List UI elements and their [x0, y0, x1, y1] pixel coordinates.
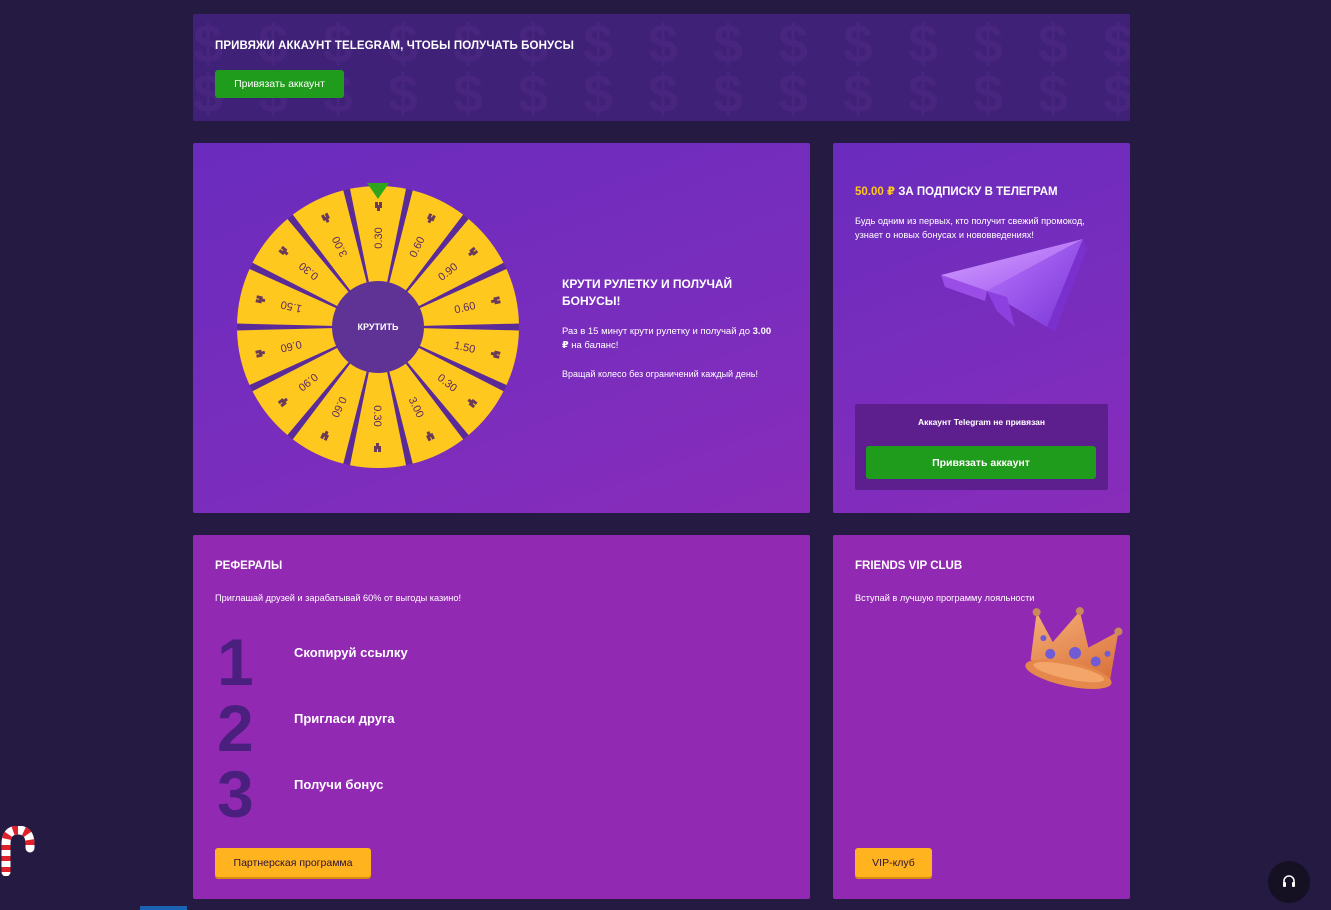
dollar-sign-icon: $	[388, 64, 418, 121]
referrals-panel: РЕФЕРАЛЫ Приглашай друзей и зарабатывай …	[193, 535, 810, 899]
dollar-sign-icon: $	[713, 114, 743, 121]
telegram-title: 50.00 ₽ ЗА ПОДПИСКУ В ТЕЛЕГРАМ	[855, 184, 1058, 198]
referrals-title: РЕФЕРАЛЫ	[215, 560, 283, 572]
banner-title: ПРИВЯЖИ АККАУНТ TELEGRAM, ЧТОБЫ ПОЛУЧАТЬ…	[215, 40, 575, 52]
vip-club-button[interactable]: VIP-клуб	[855, 848, 932, 877]
support-chat-button[interactable]	[1268, 861, 1310, 903]
dollar-sign-icon: $	[1038, 114, 1068, 121]
vip-title: FRIENDS VIP CLUB	[855, 560, 963, 572]
headset-icon	[1283, 875, 1295, 887]
dollar-sign-icon: $	[583, 64, 613, 121]
scroll-indicator	[140, 906, 187, 910]
dollar-sign-icon: $	[778, 114, 808, 121]
telegram-amount: 50.00 ₽	[855, 186, 895, 198]
dollar-sign-icon: $	[973, 64, 1003, 121]
dollar-pattern: $$$$$$$$$$$$$$$$$$$$$$$$$$$$$$$$$$$$$$$$…	[193, 14, 1130, 121]
wheel-title: КРУТИ РУЛЕТКУ И ПОЛУЧАЙ БОНУСЫ!	[562, 277, 733, 308]
dollar-sign-icon: $	[323, 114, 353, 121]
dollar-sign-icon: $	[518, 64, 548, 121]
step-label: Скопируй ссылку	[294, 645, 408, 660]
step-number: 1	[217, 625, 254, 699]
wheel-description: Раз в 15 минут крути рулетку и получай д…	[562, 325, 777, 353]
dollar-sign-icon: $	[453, 114, 483, 121]
link-telegram-button[interactable]: Привязать аккаунт	[866, 446, 1096, 479]
crown-icon	[1025, 607, 1123, 689]
partner-program-button[interactable]: Партнерская программа	[215, 848, 371, 877]
link-account-button[interactable]: Привязать аккаунт	[215, 70, 344, 98]
step-number: 3	[217, 757, 254, 831]
dollar-sign-icon: $	[388, 114, 418, 121]
wheel-desc-suffix: на баланс!	[571, 340, 619, 351]
dollar-sign-icon: $	[1103, 114, 1130, 121]
roulette-wheel[interactable]: 0.30 0.600.900.601.500.303.000.300.600.90…	[233, 179, 523, 469]
vip-club-panel: FRIENDS VIP CLUB Вступай в лучшую програ…	[833, 535, 1130, 899]
step-label: Получи бонус	[294, 777, 384, 792]
dollar-sign-icon: $	[908, 114, 938, 121]
vip-description: Вступай в лучшую программу лояльности	[855, 593, 1035, 603]
dollar-sign-icon: $	[518, 114, 548, 121]
dollar-sign-icon: $	[648, 64, 678, 121]
dollar-sign-icon: $	[843, 64, 873, 121]
dollar-sign-icon: $	[973, 114, 1003, 121]
dollar-sign-icon: $	[453, 64, 483, 121]
telegram-status: Аккаунт Telegram не привязан	[917, 417, 1046, 427]
telegram-link-banner: $$$$$$$$$$$$$$$$$$$$$$$$$$$$$$$$$$$$$$$$…	[193, 14, 1130, 121]
wheel-desc-prefix: Раз в 15 минут крути рулетку и получай д…	[562, 326, 750, 337]
paper-plane-icon	[941, 239, 1087, 331]
telegram-description: Будь одним из первых, кто получит свежий…	[855, 216, 1085, 240]
wheel-note: Вращай колесо без ограничений каждый ден…	[562, 369, 758, 379]
dollar-sign-icon: $	[583, 114, 613, 121]
dollar-sign-icon: $	[778, 64, 808, 121]
dollar-sign-icon: $	[1103, 64, 1130, 121]
spin-button[interactable]: КРУТИТЬ	[358, 322, 399, 332]
wheel-panel: 0.30 0.60 0.90 0.60 1.50 0.30 3.00 0.30 0.60 0.90…	[193, 143, 810, 513]
dollar-sign-icon: $	[713, 64, 743, 121]
segment-value: 0.30	[373, 227, 385, 248]
dollar-sign-icon: $	[843, 114, 873, 121]
step-label: Пригласи друга	[294, 711, 395, 726]
dollar-sign-icon: $	[193, 114, 223, 121]
step-number: 2	[217, 691, 254, 765]
telegram-subscription-panel: 50.00 ₽ ЗА ПОДПИСКУ В ТЕЛЕГРАМ Будь одни…	[833, 143, 1130, 513]
dollar-sign-icon: $	[1038, 64, 1068, 121]
referrals-description: Приглашай друзей и зарабатывай 60% от вы…	[215, 593, 462, 603]
dollar-sign-icon: $	[908, 64, 938, 121]
dollar-sign-icon: $	[648, 114, 678, 121]
segment-value: 0.30	[371, 405, 383, 426]
telegram-status-box: Аккаунт Telegram не привязан Привязать а…	[855, 404, 1108, 490]
dollar-sign-icon: $	[258, 114, 288, 121]
candy-cane-icon	[1, 826, 35, 876]
telegram-title-text: ЗА ПОДПИСКУ В ТЕЛЕГРАМ	[898, 186, 1058, 198]
